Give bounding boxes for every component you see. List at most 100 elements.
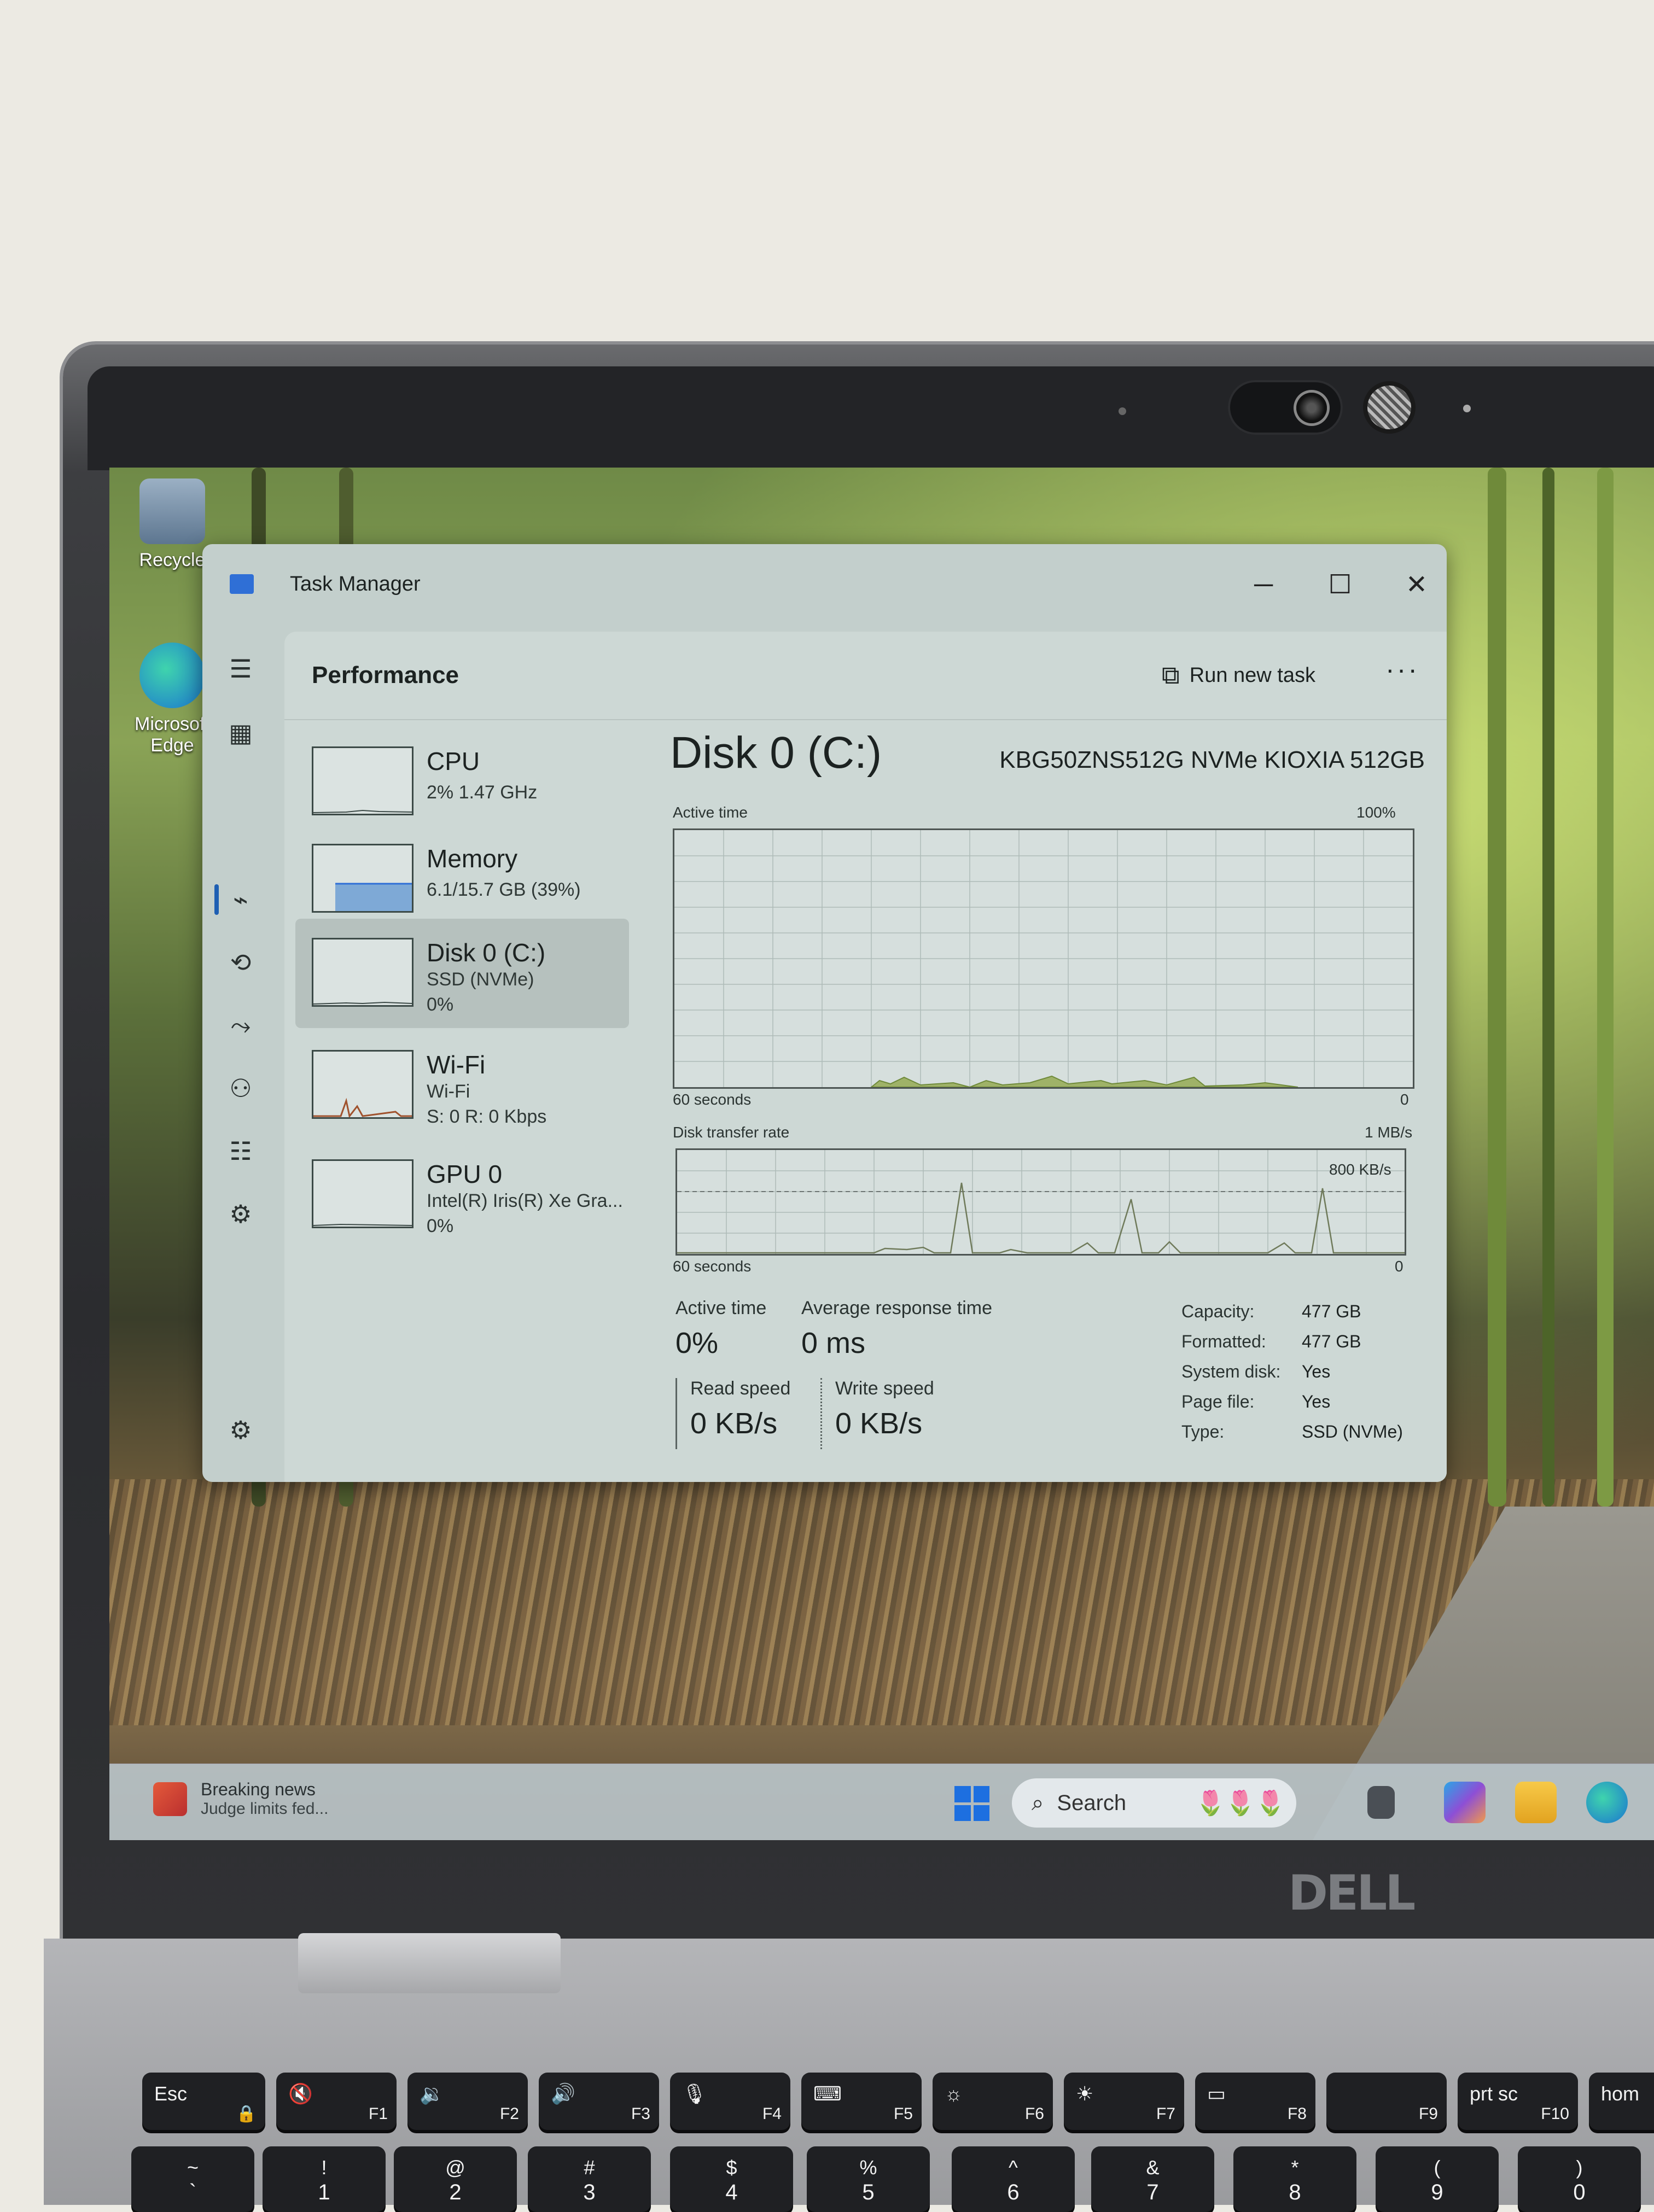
news-widget[interactable]: Breaking news Judge limits fed...: [153, 1779, 328, 1818]
key-0[interactable]: ) 0: [1518, 2146, 1641, 2212]
key-f8[interactable]: ▭ F8: [1195, 2073, 1315, 2130]
resource-item-disk-0[interactable]: Disk 0 (C:) SSD (NVMe) 0%: [295, 919, 629, 1028]
edge-icon: [139, 643, 205, 708]
resource-item-wifi[interactable]: Wi-Fi Wi-Fi S: 0 R: 0 Kbps: [295, 1031, 629, 1140]
resource-detail: 2% 1.47 GHz: [427, 782, 538, 803]
wallpaper-bamboo: [1488, 468, 1506, 1507]
task-view-icon[interactable]: [1367, 1786, 1395, 1819]
key-f7[interactable]: ☀ F7: [1064, 2073, 1184, 2130]
page-file-label: Page file:: [1181, 1392, 1255, 1411]
navigation-rail: ☰ ▦ ⌁ ⟲ ⤳ ⚇ ☷ ⚙ ⚙: [202, 632, 282, 1482]
key-f9[interactable]: F9: [1326, 2073, 1447, 2130]
key-f1[interactable]: 🔇 F1: [276, 2073, 397, 2130]
write-speed-label: Write speed: [835, 1378, 934, 1399]
wallpaper-bamboo: [1597, 468, 1614, 1507]
key-label: 1: [318, 2180, 330, 2204]
more-options-button[interactable]: ···: [1385, 653, 1419, 685]
transfer-rate-graph: [675, 1148, 1406, 1256]
formatted-label: Formatted:: [1181, 1332, 1266, 1351]
resource-name: Wi-Fi: [427, 1050, 486, 1079]
news-headline: Judge limits fed...: [201, 1800, 329, 1818]
active-time-graph: [673, 828, 1414, 1089]
key-label: F6: [1024, 2105, 1044, 2123]
users-icon[interactable]: ⚇: [224, 1072, 257, 1105]
taskbar-search[interactable]: ⌕ Search 🌷🌷🌷: [1012, 1778, 1296, 1828]
search-icon: ⌕: [1032, 1790, 1044, 1815]
screen-bezel: [88, 366, 1654, 470]
maximize-button[interactable]: ☐: [1315, 561, 1365, 610]
minimize-button[interactable]: ─: [1239, 561, 1288, 610]
page-file-value: Yes: [1302, 1392, 1331, 1411]
close-button[interactable]: ✕: [1392, 561, 1441, 610]
edge-taskbar-icon[interactable]: [1586, 1782, 1628, 1823]
key-label: 3: [583, 2180, 596, 2204]
run-new-task-button[interactable]: ⧉ Run new task: [1162, 656, 1315, 694]
key-9[interactable]: (9: [1376, 2146, 1499, 2212]
key-6[interactable]: ^ 6: [952, 2146, 1075, 2212]
title-bar[interactable]: Task Manager ─ ☐ ✕: [202, 544, 1447, 632]
key-f4[interactable]: 🎙 F4: [670, 2073, 790, 2130]
details-icon[interactable]: ☷: [224, 1135, 257, 1168]
read-speed-block: Read speed 0 KB/s: [675, 1378, 790, 1449]
wallpaper-bamboo: [1542, 468, 1554, 1507]
system-disk-value: Yes: [1302, 1362, 1331, 1381]
key-f5[interactable]: ⌨ F5: [801, 2073, 922, 2130]
processes-icon[interactable]: ▦: [224, 716, 257, 749]
news-icon: [153, 1782, 187, 1816]
active-page-indicator: [214, 884, 219, 915]
key-f2[interactable]: 🔉 F2: [407, 2073, 528, 2130]
task-manager-window: Task Manager ─ ☐ ✕ ☰ ▦ ⌁ ⟲ ⤳ ⚇ ☷ ⚙ ⚙ Per…: [202, 544, 1447, 1482]
key-label: 9: [1431, 2180, 1443, 2204]
start-button[interactable]: [954, 1786, 989, 1821]
key-label: F10: [1541, 2105, 1569, 2123]
key-label: F5: [893, 2105, 913, 2123]
key-4[interactable]: $4: [670, 2146, 793, 2212]
lock-icon: 🔒: [236, 2105, 257, 2123]
key-5[interactable]: % 5: [807, 2146, 930, 2212]
key-f3[interactable]: 🔊 F3: [539, 2073, 659, 2130]
key-esc[interactable]: Esc 🔒: [142, 2073, 265, 2130]
transfer-rate-graph-time: 60 seconds: [673, 1258, 752, 1275]
windows-logo-pane: [954, 1805, 971, 1821]
key-7[interactable]: & 7: [1091, 2146, 1214, 2212]
resource-list: CPU 2% 1.47 GHz Memory 6.1/15.7 GB (39%)…: [295, 727, 640, 1274]
performance-icon[interactable]: ⌁: [224, 883, 257, 916]
key-3[interactable]: #3: [528, 2146, 651, 2212]
key-f10[interactable]: prt sc F10: [1458, 2073, 1578, 2130]
resource-item-memory[interactable]: Memory 6.1/15.7 GB (39%): [295, 825, 629, 934]
windows-logo-icon: [954, 1786, 971, 1802]
news-title: Breaking news: [201, 1779, 316, 1799]
resource-item-gpu-0[interactable]: GPU 0 Intel(R) Iris(R) Xe Gra... 0%: [295, 1140, 629, 1250]
write-speed-block: Write speed 0 KB/s: [820, 1378, 934, 1449]
resource-item-cpu[interactable]: CPU 2% 1.47 GHz: [295, 727, 629, 837]
active-time-graph-max: 100%: [1356, 804, 1396, 821]
key-label: 7: [1146, 2180, 1159, 2204]
startup-apps-icon[interactable]: ⤳: [224, 1009, 257, 1042]
resource-detail: Intel(R) Iris(R) Xe Gra...: [427, 1190, 623, 1211]
settings-icon[interactable]: ⚙: [224, 1414, 257, 1446]
transfer-rate-marker: 800 KB/s: [1329, 1161, 1391, 1178]
run-task-icon: ⧉: [1161, 661, 1180, 689]
copilot-icon[interactable]: [1444, 1782, 1486, 1823]
volume-up-icon: 🔊: [551, 2082, 575, 2105]
run-new-task-label: Run new task: [1189, 663, 1315, 687]
services-icon[interactable]: ⚙: [224, 1198, 257, 1230]
key-f6[interactable]: ☼ F6: [933, 2073, 1053, 2130]
app-history-icon[interactable]: ⟲: [224, 946, 257, 979]
key-8[interactable]: * 8: [1233, 2146, 1356, 2212]
page-title: Performance: [312, 662, 459, 688]
taskbar: Breaking news Judge limits fed... ⌕ Sear…: [109, 1764, 1654, 1840]
key-shift-label: ^: [1009, 2156, 1018, 2179]
volume-down-icon: 🔉: [420, 2082, 444, 2105]
file-explorer-icon[interactable]: [1515, 1782, 1557, 1823]
system-disk-label: System disk:: [1181, 1362, 1281, 1381]
hamburger-menu-icon[interactable]: ☰: [224, 652, 257, 685]
key-home[interactable]: hom: [1589, 2073, 1654, 2130]
recycle-bin-icon: [139, 478, 205, 544]
key-backtick[interactable]: ~ `: [131, 2146, 254, 2212]
detail-title: Disk 0 (C:): [670, 728, 882, 778]
key-1[interactable]: ! 1: [263, 2146, 386, 2212]
dell-logo: DELL: [1288, 1865, 1416, 1921]
avg-response-label: Average response time: [801, 1298, 993, 1318]
key-2[interactable]: @2: [394, 2146, 517, 2212]
